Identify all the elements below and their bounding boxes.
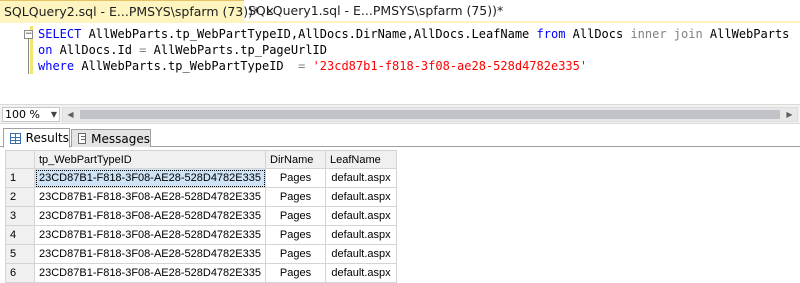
- table-cell[interactable]: default.aspx: [325, 206, 397, 226]
- table-cell[interactable]: Pages: [265, 263, 326, 283]
- result-tabs: Results Messages: [0, 125, 800, 148]
- sql-editor[interactable]: − SELECT AllWebParts.tp_WebPartTypeID,Al…: [0, 23, 800, 104]
- row-number-header[interactable]: [5, 150, 35, 169]
- tab-title: SQLQuery2.sql - E...PMSYS\spfarm (73))*: [4, 3, 260, 19]
- row-number[interactable]: 1: [5, 168, 35, 188]
- table-cell[interactable]: 23CD87B1-F818-3F08-AE28-528D4782E335: [34, 168, 266, 188]
- row-number[interactable]: 5: [5, 244, 35, 264]
- row-number[interactable]: 6: [5, 263, 35, 283]
- table-row: 5 23CD87B1-F818-3F08-AE28-528D4782E335 P…: [5, 244, 397, 264]
- sql-code[interactable]: SELECT AllWebParts.tp_WebPartTypeID,AllD…: [38, 26, 789, 74]
- table-cell[interactable]: Pages: [265, 244, 326, 264]
- table-cell[interactable]: Pages: [265, 187, 326, 207]
- row-number[interactable]: 2: [5, 187, 35, 207]
- table-row: 4 23CD87B1-F818-3F08-AE28-528D4782E335 P…: [5, 225, 397, 245]
- table-cell[interactable]: default.aspx: [325, 187, 397, 207]
- zoom-value: 100 %: [5, 108, 40, 121]
- table-cell[interactable]: Pages: [265, 168, 326, 188]
- results-grid[interactable]: tp_WebPartTypeID DirName LeafName 1 23CD…: [5, 150, 397, 283]
- tab-results[interactable]: Results: [3, 128, 70, 148]
- table-cell[interactable]: Pages: [265, 206, 326, 226]
- scrollbar-thumb[interactable]: [80, 110, 780, 119]
- grid-icon: [10, 132, 21, 144]
- document-tab-bar: SQLQuery2.sql - E...PMSYS\spfarm (73))* …: [0, 0, 800, 21]
- header-row: tp_WebPartTypeID DirName LeafName: [5, 150, 397, 169]
- table-cell[interactable]: 23CD87B1-F818-3F08-AE28-528D4782E335: [34, 244, 266, 264]
- table-row: 3 23CD87B1-F818-3F08-AE28-528D4782E335 P…: [5, 206, 397, 226]
- table-cell[interactable]: 23CD87B1-F818-3F08-AE28-528D4782E335: [34, 263, 266, 283]
- zoom-select[interactable]: 100 % ▼: [2, 107, 60, 122]
- table-cell[interactable]: 23CD87B1-F818-3F08-AE28-528D4782E335: [34, 206, 266, 226]
- table-cell[interactable]: 23CD87B1-F818-3F08-AE28-528D4782E335: [34, 187, 266, 207]
- table-row: 2 23CD87B1-F818-3F08-AE28-528D4782E335 P…: [5, 187, 397, 207]
- tab-sqlquery2[interactable]: SQLQuery2.sql - E...PMSYS\spfarm (73))* …: [0, 0, 274, 21]
- scroll-left-icon[interactable]: ◀: [63, 108, 78, 121]
- table-row: 6 23CD87B1-F818-3F08-AE28-528D4782E335 P…: [5, 263, 397, 283]
- tab-sqlquery1[interactable]: SQLQuery1.sql - E...PMSYS\spfarm (75))*: [244, 0, 503, 21]
- table-cell[interactable]: 23CD87B1-F818-3F08-AE28-528D4782E335: [34, 225, 266, 245]
- tab-results-label: Results: [25, 131, 69, 145]
- outline-line: [28, 39, 29, 74]
- messages-icon: [78, 133, 87, 144]
- collapse-icon[interactable]: −: [24, 30, 33, 39]
- code-line-2: on AllDocs.Id = AllWebParts.tp_PageUrlID: [38, 43, 328, 57]
- horizontal-scrollbar[interactable]: ◀ ▶: [62, 107, 798, 122]
- tab-messages[interactable]: Messages: [71, 129, 151, 147]
- table-row: 1 23CD87B1-F818-3F08-AE28-528D4782E335 P…: [5, 168, 397, 188]
- table-cell[interactable]: default.aspx: [325, 225, 397, 245]
- row-number[interactable]: 3: [5, 206, 35, 226]
- column-header[interactable]: DirName: [265, 150, 326, 169]
- row-number[interactable]: 4: [5, 225, 35, 245]
- tab-title: SQLQuery1.sql - E...PMSYS\spfarm (75))*: [248, 3, 504, 18]
- column-header[interactable]: LeafName: [325, 150, 397, 169]
- table-cell[interactable]: default.aspx: [325, 168, 397, 188]
- table-cell[interactable]: default.aspx: [325, 244, 397, 264]
- zoom-bar: 100 % ▼ ◀ ▶: [0, 104, 800, 124]
- scroll-right-icon[interactable]: ▶: [782, 108, 797, 121]
- table-cell[interactable]: default.aspx: [325, 263, 397, 283]
- table-cell[interactable]: Pages: [265, 225, 326, 245]
- tab-messages-label: Messages: [91, 131, 150, 146]
- results-table: tp_WebPartTypeID DirName LeafName 1 23CD…: [5, 150, 397, 283]
- chevron-down-icon[interactable]: ▼: [51, 108, 57, 121]
- code-line-3: where AllWebParts.tp_WebPartTypeID = '23…: [38, 59, 588, 73]
- code-line-1: SELECT AllWebParts.tp_WebPartTypeID,AllD…: [38, 27, 790, 41]
- column-header[interactable]: tp_WebPartTypeID: [34, 150, 266, 169]
